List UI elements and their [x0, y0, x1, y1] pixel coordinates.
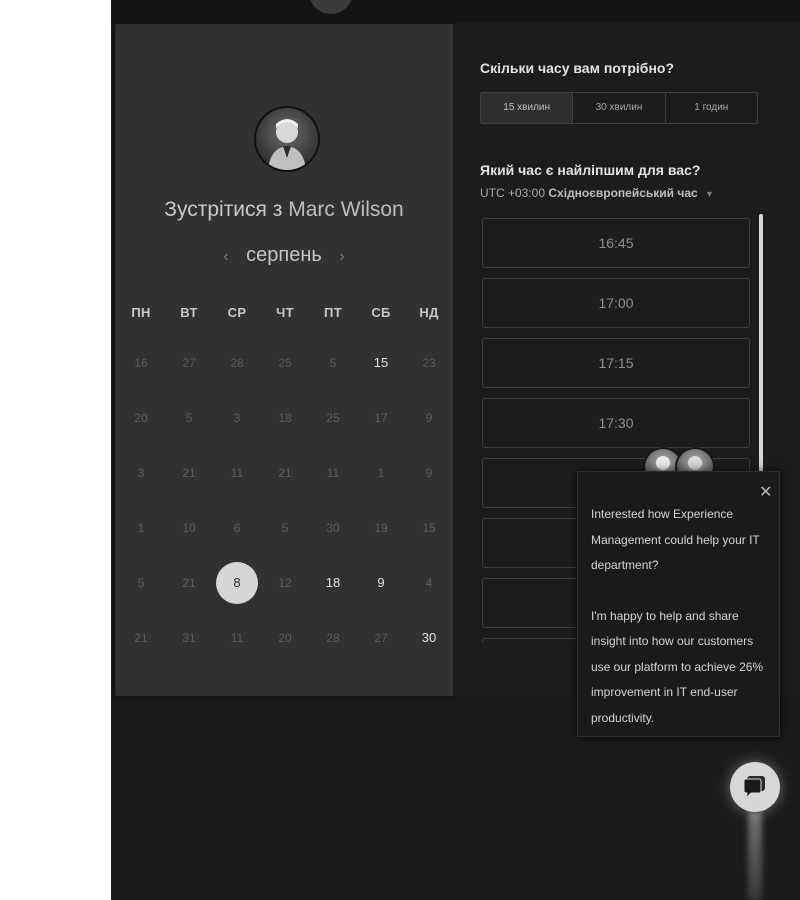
calendar-day: 17 — [374, 411, 388, 425]
chat-message-body: I'm happy to help and share insight into… — [591, 608, 764, 725]
time-question: Який час є найліпшим для вас? — [480, 162, 701, 178]
host-name: Marc Wilson — [288, 198, 404, 221]
calendar-day-selected[interactable]: 8 — [216, 562, 258, 604]
calendar-day[interactable]: 30 — [409, 618, 449, 658]
calendar-day: 11 — [326, 466, 340, 480]
calendar-day: 20 — [134, 411, 148, 425]
chevron-down-icon: ▼ — [705, 189, 714, 199]
chat-popup: ✕ Interested how Experience Management c… — [577, 471, 780, 737]
calendar-day: 3 — [233, 411, 241, 425]
next-month-icon[interactable]: › — [339, 248, 344, 266]
weekday-header-row: ПН ВТ СР ЧТ ПТ СБ НД — [121, 305, 457, 325]
calendar-day: 18 — [278, 411, 292, 425]
launcher-glow — [748, 812, 762, 900]
calendar-day[interactable]: 15 — [361, 343, 401, 383]
calendar-day: 21 — [182, 466, 196, 480]
month-label: серпень — [246, 244, 322, 266]
calendar-day: 11 — [230, 466, 244, 480]
brand-logo-icon — [309, 0, 353, 14]
calendar-day: 20 — [278, 631, 292, 645]
meeting-title: Зустрітися з Marc Wilson — [115, 198, 453, 222]
calendar-day: 25 — [278, 356, 292, 370]
calendar-day: 9 — [425, 411, 433, 425]
duration-selector: 15 хвилин 30 хвилин 1 годин — [480, 92, 758, 124]
calendar-day: 10 — [182, 521, 196, 535]
calendar-day: 9 — [425, 466, 433, 480]
weekday-label: ВТ — [180, 305, 198, 320]
duration-option[interactable]: 15 хвилин — [481, 93, 574, 123]
calendar-day: 1 — [137, 521, 145, 535]
calendar-day: 5 — [137, 576, 145, 590]
calendar-day-grid: 16 27 28 25 5 15 23 20 5 3 18 25 17 9 3 21 11 21 11 1 9 1 10 6 5… — [121, 324, 457, 654]
chat-launcher-button[interactable] — [730, 762, 780, 812]
prev-month-icon[interactable]: ‹ — [223, 248, 228, 266]
chat-message-intro: Interested how Experience Management cou… — [591, 507, 760, 572]
calendar-panel: Зустрітися з Marc Wilson ‹ серпень › ПН В… — [115, 24, 453, 696]
calendar-day: 6 — [233, 521, 241, 535]
calendar-day: 12 — [278, 576, 292, 590]
calendar-day: 21 — [134, 631, 148, 645]
time-slot-button[interactable]: 17:30 — [482, 398, 750, 448]
timezone-name: Східноєвропейський час — [548, 186, 698, 200]
calendar-day: 19 — [374, 521, 388, 535]
month-navigation: ‹ серпень › — [115, 244, 453, 267]
calendar-day: 30 — [326, 521, 340, 535]
calendar-day: 27 — [374, 631, 388, 645]
duration-question: Скільки часу вам потрібно? — [480, 60, 675, 76]
top-bar — [111, 0, 800, 22]
calendar-day: 16 — [134, 356, 148, 370]
calendar-day: 21 — [182, 576, 196, 590]
weekday-label: НД — [419, 305, 439, 320]
calendar-day: 15 — [422, 521, 436, 535]
weekday-label: ПТ — [324, 305, 342, 320]
calendar-day: 5 — [185, 411, 193, 425]
weekday-label: ЧТ — [276, 305, 294, 320]
timezone-offset: UTC +03:00 — [480, 186, 546, 200]
calendar-day: 4 — [425, 576, 433, 590]
chat-message[interactable]: Interested how Experience Management cou… — [591, 502, 769, 731]
weekday-label: ПН — [131, 305, 151, 320]
calendar-day[interactable]: 18 — [313, 563, 353, 603]
calendar-day: 5 — [281, 521, 289, 535]
calendar-day: 27 — [182, 356, 196, 370]
weekday-label: СР — [227, 305, 247, 320]
duration-option[interactable]: 30 хвилин — [573, 93, 666, 123]
chat-bubble-icon — [743, 776, 765, 800]
close-icon[interactable]: ✕ — [759, 482, 772, 502]
timezone-selector[interactable]: UTC +03:00 Східноєвропейський час ▼ — [480, 186, 714, 200]
calendar-day: 28 — [230, 356, 244, 370]
time-slot-button[interactable]: 17:00 — [482, 278, 750, 328]
time-slot-button[interactable]: 16:45 — [482, 218, 750, 268]
calendar-day: 5 — [329, 356, 337, 370]
calendar-day: 28 — [326, 631, 340, 645]
calendar-day: 21 — [278, 466, 292, 480]
calendar-day: 23 — [422, 356, 436, 370]
calendar-day: 3 — [137, 466, 145, 480]
host-avatar — [254, 106, 320, 172]
weekday-label: СБ — [371, 305, 391, 320]
calendar-day[interactable]: 9 — [361, 563, 401, 603]
calendar-day: 1 — [377, 466, 385, 480]
time-slot-button[interactable]: 17:15 — [482, 338, 750, 388]
duration-option[interactable]: 1 годин — [666, 93, 757, 123]
meeting-title-prefix: Зустрітися з — [164, 198, 283, 221]
calendar-day: 25 — [326, 411, 340, 425]
calendar-day: 11 — [230, 631, 244, 645]
calendar-day: 31 — [182, 631, 196, 645]
